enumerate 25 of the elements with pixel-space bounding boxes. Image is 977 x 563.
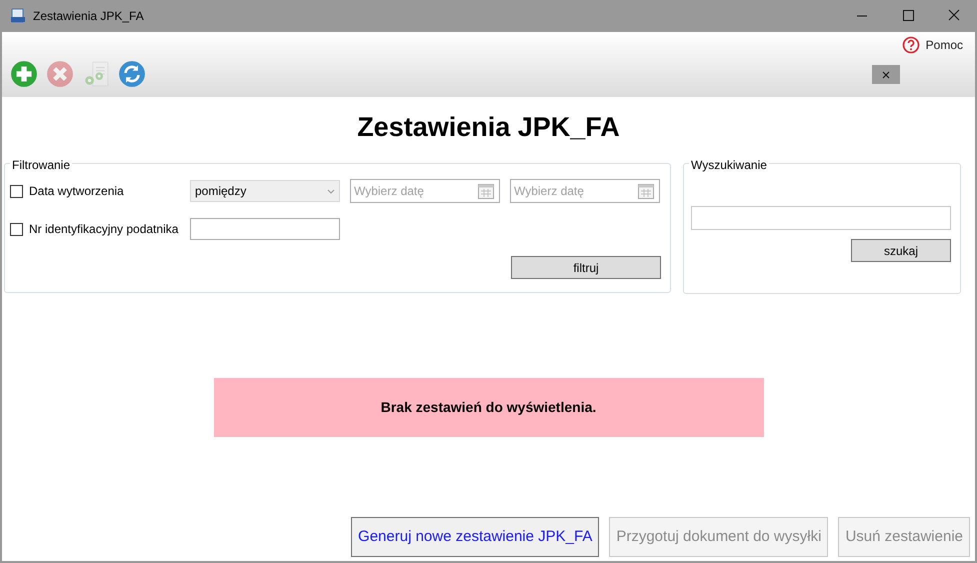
dropdown-value: pomiędzy bbox=[195, 183, 248, 200]
help-icon[interactable] bbox=[902, 36, 920, 54]
checkbox-label: Data wytworzenia bbox=[29, 183, 125, 200]
action-button[interactable]: Generuj nowe zestawienie JPK_FA bbox=[351, 517, 600, 557]
search-field[interactable] bbox=[691, 206, 951, 230]
search-button[interactable]: szukaj bbox=[851, 239, 951, 262]
date-field[interactable]: Wybierz datę bbox=[350, 179, 500, 203]
calendar-icon[interactable] bbox=[637, 182, 655, 200]
calendar-icon[interactable] bbox=[477, 182, 495, 200]
filter-button[interactable]: filtruj bbox=[511, 256, 661, 279]
add-icon[interactable] bbox=[10, 60, 38, 88]
window-title: Zestawienia JPK_FA bbox=[33, 8, 144, 25]
checkbox[interactable] bbox=[10, 222, 23, 236]
caret-icon bbox=[327, 188, 335, 194]
range-dropdown[interactable]: pomiędzy bbox=[190, 180, 340, 202]
taxid-field[interactable] bbox=[190, 218, 340, 240]
date-field[interactable]: Wybierz datę bbox=[510, 179, 660, 203]
checkbox[interactable] bbox=[10, 184, 23, 198]
help-link[interactable]: Pomoc bbox=[926, 36, 963, 54]
checkbox-label: Nr identyfikacyjny podatnika bbox=[29, 221, 180, 238]
close-button[interactable] bbox=[872, 64, 900, 84]
app-icon bbox=[10, 8, 26, 24]
empty-message: Brak zestawień do wyświetlenia. bbox=[214, 378, 764, 437]
refresh-icon[interactable] bbox=[118, 60, 146, 88]
page-heading: Zestawienia JPK_FA bbox=[356, 111, 621, 144]
